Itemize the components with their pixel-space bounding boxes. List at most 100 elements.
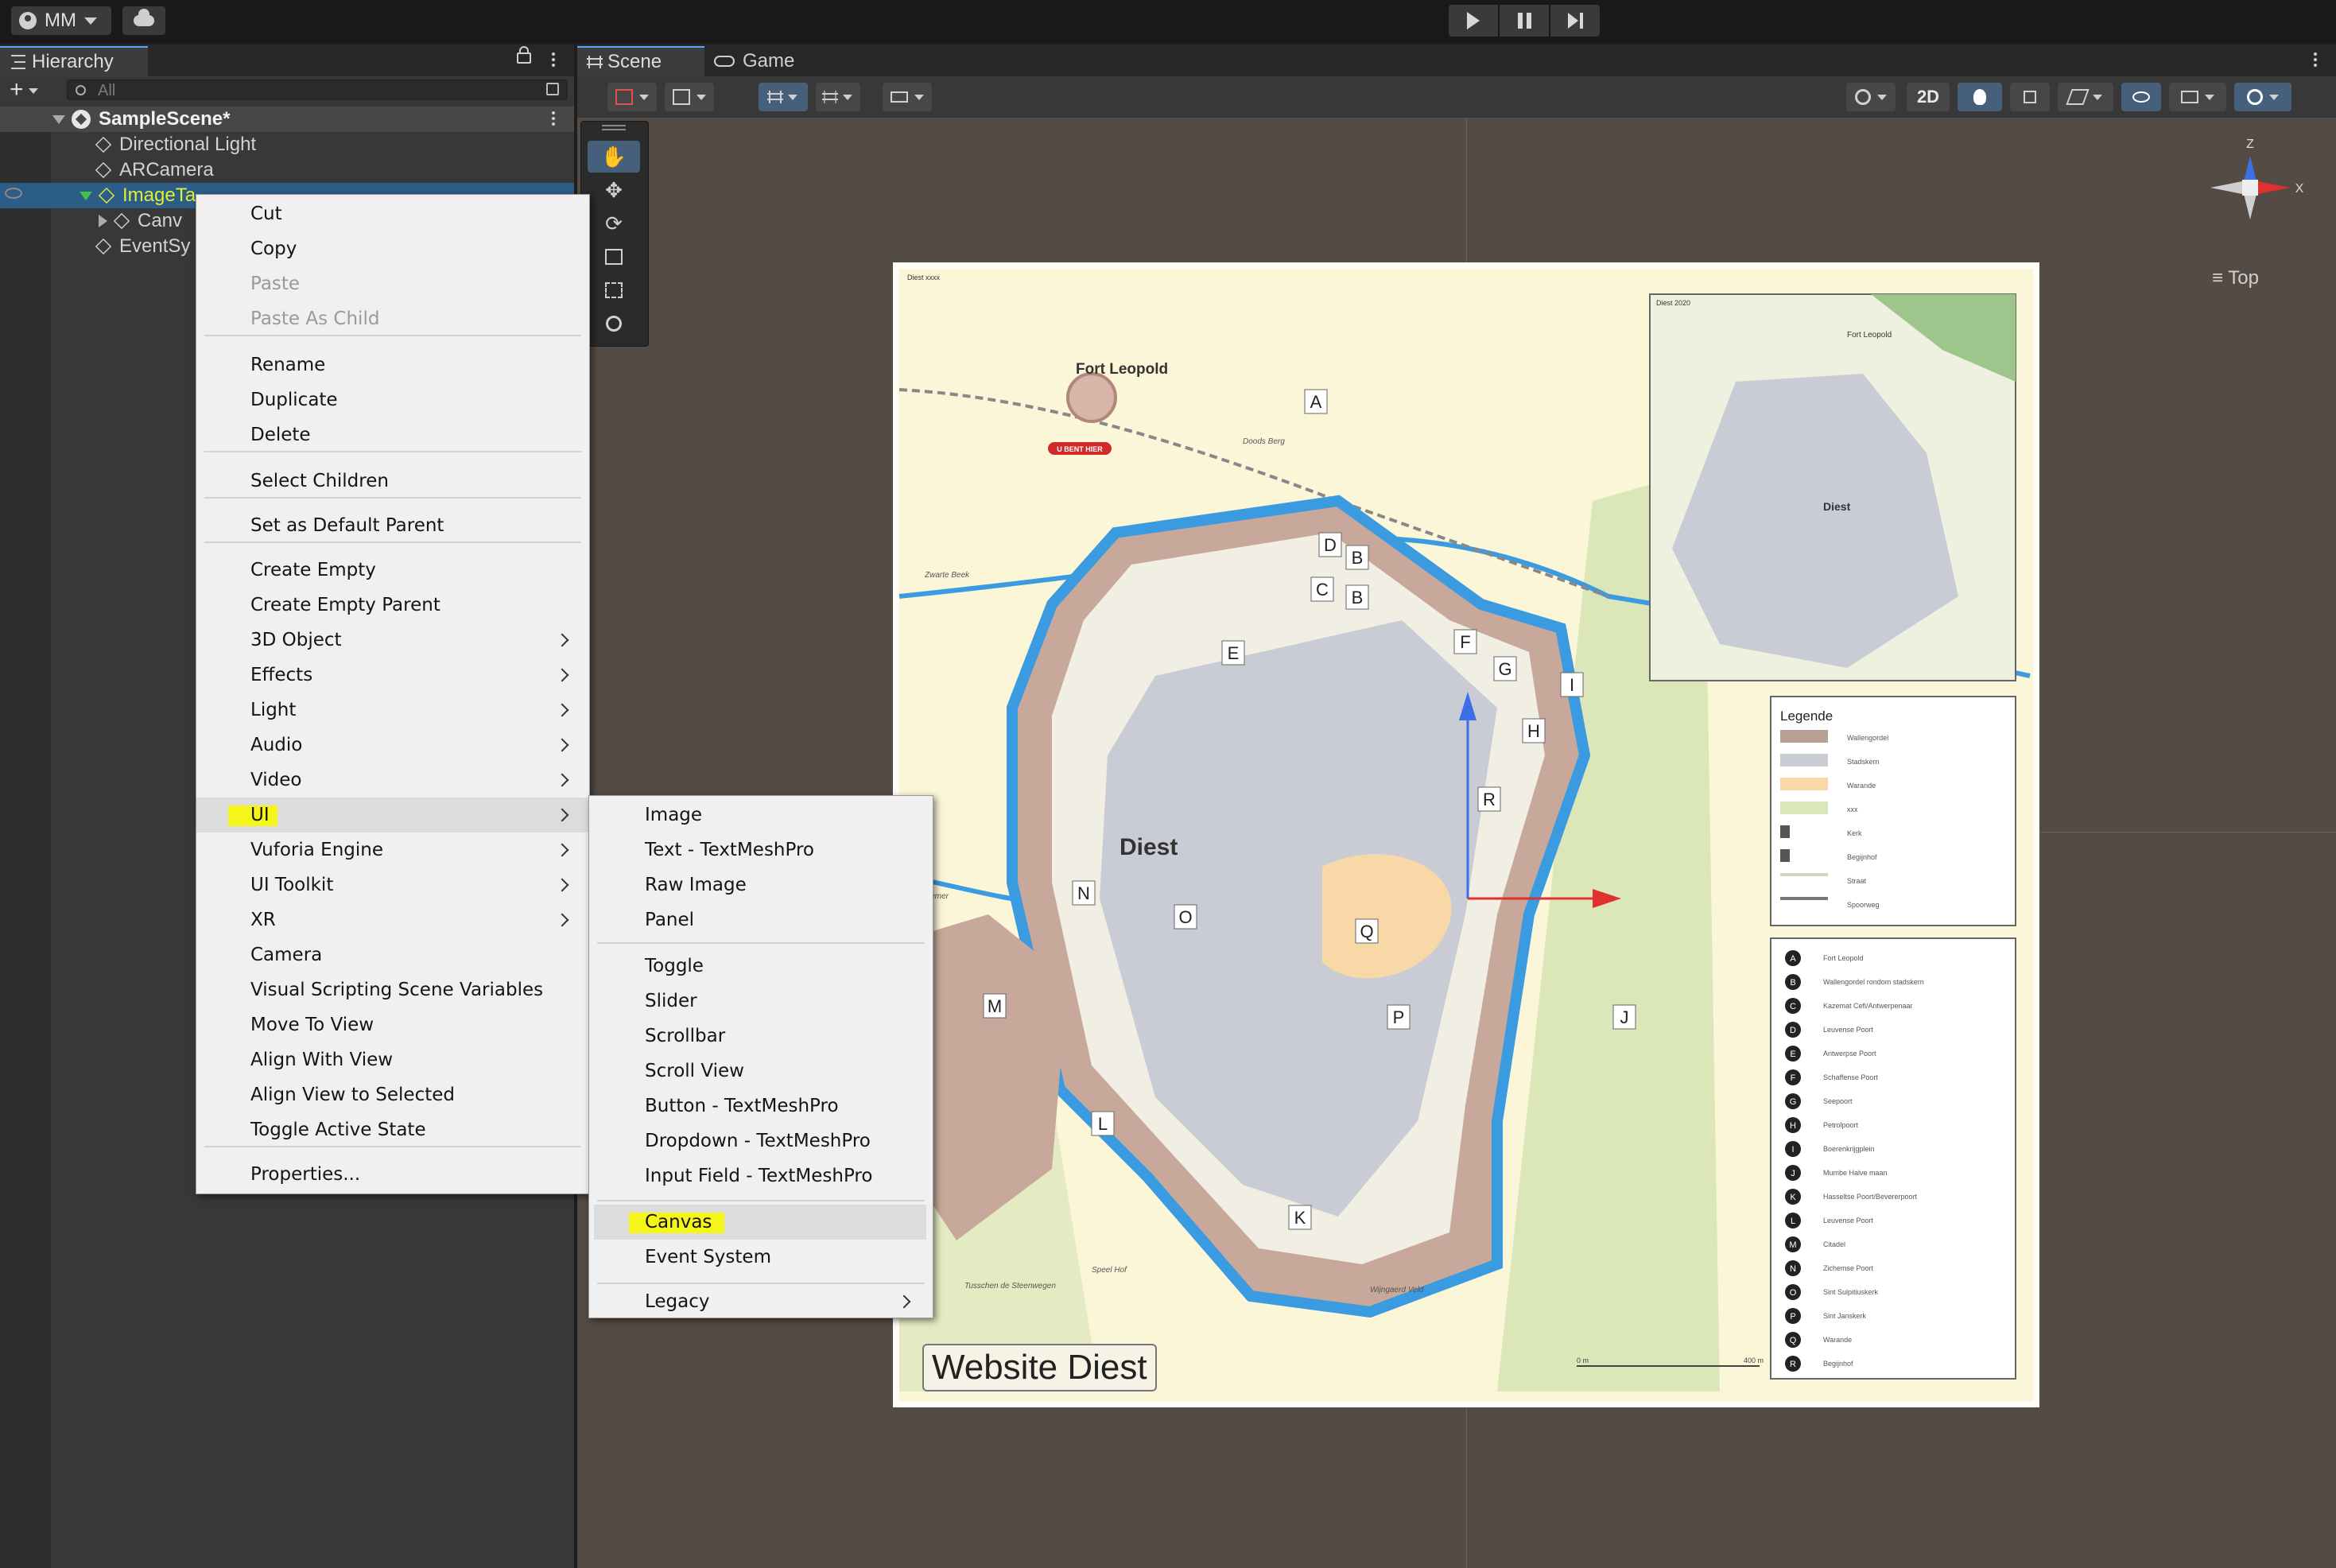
- more-options-icon[interactable]: [2314, 52, 2317, 56]
- submenu-item-canvas[interactable]: Canvas: [594, 1205, 926, 1240]
- gizmo-center[interactable]: [2242, 180, 2258, 196]
- submenu-item-toggle[interactable]: Toggle: [594, 949, 926, 984]
- ruler-dropdown[interactable]: [883, 83, 932, 111]
- legend-label: Kerk: [1847, 829, 1862, 837]
- grid-snap-toggle[interactable]: [759, 83, 808, 111]
- website-label[interactable]: Website Diest: [922, 1344, 1157, 1391]
- menu-item-video[interactable]: Video: [196, 763, 589, 798]
- fort-leopold: [1066, 372, 1117, 423]
- visibility-gutter: [0, 107, 51, 1568]
- map-marker: G: [1493, 656, 1517, 681]
- scene-row[interactable]: SampleScene*: [0, 107, 574, 132]
- menu-item-cut[interactable]: Cut: [196, 196, 589, 231]
- fold-arrow-icon[interactable]: [52, 114, 65, 124]
- submenu-item-input-field-textmeshpro[interactable]: Input Field - TextMeshPro: [594, 1159, 926, 1193]
- menu-item-move-to-view[interactable]: Move To View: [196, 1007, 589, 1042]
- submenu-item-panel[interactable]: Panel: [594, 902, 926, 937]
- search-input[interactable]: All: [67, 80, 568, 100]
- tree-item[interactable]: Directional Light: [0, 132, 574, 157]
- submenu-item-image[interactable]: Image: [594, 798, 926, 833]
- menu-item-vuforia-engine[interactable]: Vuforia Engine: [196, 833, 589, 867]
- orientation-gizmo[interactable]: Z X: [2194, 132, 2306, 243]
- menu-item-ui[interactable]: UI: [196, 798, 589, 833]
- toggle-2d-button[interactable]: 2D: [1907, 83, 1950, 111]
- submenu-item-text-textmeshpro[interactable]: Text - TextMeshPro: [594, 833, 926, 867]
- menu-item-copy[interactable]: Copy: [196, 231, 589, 266]
- menu-item-label: Select Children: [250, 471, 389, 491]
- lighting-toggle[interactable]: [1958, 83, 2002, 111]
- menu-item-align-with-view[interactable]: Align With View: [196, 1042, 589, 1077]
- map-image[interactable]: Diest xxxx Diest Fort Leopold U BENT HIE…: [893, 262, 2039, 1407]
- tree-item[interactable]: ARCamera: [0, 157, 574, 183]
- rect-tool-button[interactable]: [588, 274, 640, 306]
- submenu-item-scrollbar[interactable]: Scrollbar: [594, 1019, 926, 1054]
- menu-item-effects[interactable]: Effects: [196, 658, 589, 693]
- menu-item-xr[interactable]: XR: [196, 902, 589, 937]
- audio-toggle[interactable]: [2010, 83, 2050, 111]
- map-marker: J: [1612, 1004, 1636, 1030]
- submenu-item-slider[interactable]: Slider: [594, 984, 926, 1019]
- effects-dropdown[interactable]: [2058, 83, 2113, 111]
- list-icon: [11, 55, 25, 69]
- shading-dropdown[interactable]: [665, 83, 714, 111]
- cloud-button[interactable]: [122, 6, 165, 35]
- more-options-icon[interactable]: [552, 52, 555, 56]
- tab-hierarchy[interactable]: Hierarchy: [0, 46, 148, 76]
- menu-item-set-as-default-parent[interactable]: Set as Default Parent: [196, 508, 589, 543]
- menu-item-visual-scripting-scene-variables[interactable]: Visual Scripting Scene Variables: [196, 972, 589, 1007]
- menu-item-ui-toolkit[interactable]: UI Toolkit: [196, 867, 589, 902]
- hand-tool-button[interactable]: ✋: [588, 141, 640, 173]
- svg-text:B: B: [1352, 588, 1364, 607]
- map-marker: P: [1387, 1004, 1411, 1030]
- transform-tool-button[interactable]: [588, 308, 640, 340]
- tab-game[interactable]: Game: [704, 46, 804, 76]
- legend-swatch: [1780, 754, 1828, 767]
- menu-item-properties[interactable]: Properties...: [196, 1157, 589, 1192]
- menu-item-paste[interactable]: Paste: [196, 266, 589, 301]
- submenu-item-dropdown-textmeshpro[interactable]: Dropdown - TextMeshPro: [594, 1124, 926, 1159]
- menu-item-select-children[interactable]: Select Children: [196, 464, 589, 499]
- step-button[interactable]: [1550, 5, 1600, 37]
- scene-options-icon[interactable]: [552, 111, 555, 114]
- submenu-item-button-textmeshpro[interactable]: Button - TextMeshPro: [594, 1089, 926, 1124]
- draw-circle-dropdown[interactable]: [1846, 83, 1896, 111]
- draw-mode-dropdown[interactable]: [607, 83, 657, 111]
- snap-increment-dropdown[interactable]: [816, 83, 860, 111]
- move-tool-button[interactable]: ✥: [588, 174, 640, 206]
- menu-item-light[interactable]: Light: [196, 693, 589, 728]
- menu-item-label: Visual Scripting Scene Variables: [250, 980, 544, 1000]
- submenu-item-legacy[interactable]: Legacy: [594, 1284, 926, 1319]
- submenu-item-raw-image[interactable]: Raw Image: [594, 867, 926, 902]
- fold-arrow-icon[interactable]: [80, 191, 92, 200]
- camera-dropdown[interactable]: [2169, 83, 2226, 111]
- play-button[interactable]: [1449, 5, 1498, 37]
- visibility-icon[interactable]: [5, 188, 22, 199]
- lock-icon[interactable]: [517, 46, 531, 64]
- menu-item-create-empty[interactable]: Create Empty: [196, 553, 589, 588]
- gizmos-dropdown[interactable]: [2234, 83, 2291, 111]
- pause-button[interactable]: [1500, 5, 1549, 37]
- map-marker: O: [1174, 904, 1197, 930]
- submenu-item-event-system[interactable]: Event System: [594, 1240, 926, 1275]
- menu-item-audio[interactable]: Audio: [196, 728, 589, 763]
- menu-item-create-empty-parent[interactable]: Create Empty Parent: [196, 588, 589, 623]
- submenu-item-scroll-view[interactable]: Scroll View: [594, 1054, 926, 1089]
- rotate-tool-button[interactable]: ⟳: [588, 208, 640, 239]
- menu-item-paste-as-child[interactable]: Paste As Child: [196, 301, 589, 336]
- menu-item-toggle-active-state[interactable]: Toggle Active State: [196, 1112, 589, 1147]
- view-orientation-label[interactable]: ≡ Top: [2212, 267, 2259, 289]
- menu-item-delete[interactable]: Delete: [196, 417, 589, 452]
- menu-item-rename[interactable]: Rename: [196, 347, 589, 382]
- add-object-button[interactable]: +: [10, 78, 38, 102]
- fold-arrow-icon[interactable]: [99, 215, 107, 227]
- menu-item-duplicate[interactable]: Duplicate: [196, 382, 589, 417]
- hidden-objects-toggle[interactable]: [2121, 83, 2161, 111]
- scene-search-toggle-icon[interactable]: [546, 83, 559, 95]
- menu-item-align-view-to-selected[interactable]: Align View to Selected: [196, 1077, 589, 1112]
- menu-item-camera[interactable]: Camera: [196, 937, 589, 972]
- account-dropdown[interactable]: MM: [11, 6, 111, 35]
- scale-tool-button[interactable]: [588, 241, 640, 273]
- menu-item-3d-object[interactable]: 3D Object: [196, 623, 589, 658]
- drag-handle[interactable]: [588, 122, 640, 133]
- tab-scene[interactable]: Scene: [577, 46, 704, 76]
